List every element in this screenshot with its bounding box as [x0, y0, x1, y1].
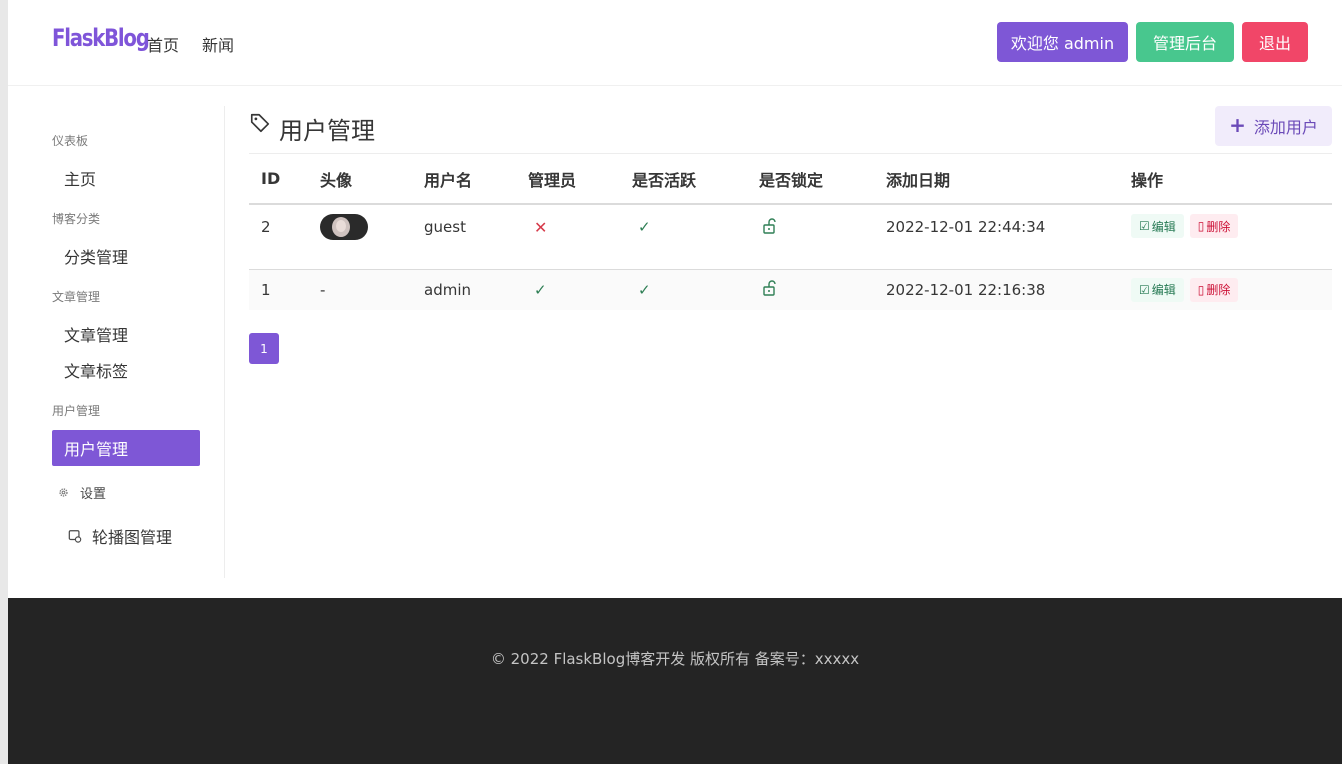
- tag-icon: [250, 113, 270, 133]
- menu-label-categories: 博客分类: [52, 212, 101, 226]
- settings-label: 设置: [80, 487, 107, 502]
- col-username[interactable]: 用户名: [412, 154, 516, 205]
- footer-copyright: © 2022 FlaskBlog博客开发 版权所有 备案号：xxxxx: [490, 650, 860, 668]
- main-content: 用户管理 + 添加用户 ID 头像 用户名 管理员 是否活跃 是否锁定 添加日期…: [249, 106, 1332, 364]
- sidebar-item-carousel[interactable]: 轮播图管理: [68, 524, 172, 548]
- col-actions: 操作: [1119, 154, 1332, 205]
- title-row: 用户管理 + 添加用户: [249, 106, 1332, 154]
- edit-icon: ☑: [1139, 219, 1150, 233]
- cell-avatar: [308, 204, 412, 270]
- check-icon: ✓: [638, 280, 651, 299]
- unlock-icon: [763, 280, 776, 296]
- table-row: 1 - admin ✓ ✓ 2022-12-01 22:16:38 ☑ 编辑 ▯ 删除: [249, 269, 1332, 310]
- nav-home-link[interactable]: 首页: [147, 32, 179, 56]
- check-icon: ✓: [534, 280, 547, 299]
- col-locked[interactable]: 是否锁定: [747, 154, 874, 205]
- brand-logo[interactable]: FlaskBlog: [52, 24, 150, 52]
- menu-label-articles: 文章管理: [52, 290, 101, 304]
- sidebar-item-article-tags[interactable]: 文章标签: [52, 352, 200, 388]
- menu-label-dashboard: 仪表板: [52, 134, 89, 148]
- cell-username: guest: [412, 204, 516, 270]
- delete-button[interactable]: ▯ 删除: [1189, 214, 1239, 238]
- users-table: ID 头像 用户名 管理员 是否活跃 是否锁定 添加日期 操作 2 guest: [249, 154, 1332, 310]
- check-icon: ✓: [638, 218, 651, 236]
- edit-button[interactable]: ☑ 编辑: [1131, 277, 1184, 302]
- cell-admin: ✓: [516, 269, 620, 310]
- sidebar-item-user-manage[interactable]: 用户管理: [52, 430, 200, 466]
- nav-news-link[interactable]: 新闻: [202, 32, 234, 56]
- col-active[interactable]: 是否活跃: [620, 154, 747, 205]
- cell-locked: [747, 269, 874, 310]
- cell-created: 2022-12-01 22:16:38: [874, 269, 1119, 310]
- sidebar-item-article-manage[interactable]: 文章管理: [52, 316, 200, 352]
- unlock-icon: [763, 218, 776, 234]
- cell-active: ✓: [620, 204, 747, 270]
- cell-actions: ☑ 编辑 ▯ 删除: [1119, 269, 1332, 310]
- sidebar-item-home[interactable]: 主页: [52, 160, 200, 196]
- add-user-button[interactable]: + 添加用户: [1215, 106, 1332, 146]
- cell-active: ✓: [620, 269, 747, 310]
- table-row: 2 guest ✕ ✓ 2022-12-01 22:44:34 ☑ 编辑 ▯ 删除: [249, 204, 1332, 270]
- edit-button[interactable]: ☑ 编辑: [1131, 214, 1184, 238]
- carousel-label: 轮播图管理: [92, 528, 173, 547]
- delete-button[interactable]: ▯ 删除: [1189, 277, 1239, 302]
- welcome-user-button[interactable]: 欢迎您 admin: [997, 22, 1128, 62]
- trash-icon: ▯: [1197, 219, 1205, 233]
- image-icon: [68, 530, 82, 543]
- add-user-label: 添加用户: [1253, 118, 1318, 137]
- cell-username: admin: [412, 269, 516, 310]
- sidebar-menu: 仪表板 主页 博客分类 分类管理 文章管理 文章管理 文章标签 用户管理 用户管…: [8, 106, 225, 578]
- col-admin[interactable]: 管理员: [516, 154, 620, 205]
- delete-label: 删除: [1206, 283, 1231, 298]
- trash-icon: ▯: [1197, 282, 1205, 297]
- sidebar-settings-toggle[interactable]: 设置: [58, 483, 106, 502]
- col-avatar[interactable]: 头像: [308, 154, 412, 205]
- edit-icon: ☑: [1139, 282, 1150, 297]
- edit-label: 编辑: [1151, 219, 1176, 234]
- page-title: 用户管理: [279, 117, 375, 145]
- cell-id: 1: [249, 269, 308, 310]
- delete-label: 删除: [1206, 219, 1231, 234]
- cell-locked: [747, 204, 874, 270]
- user-avatar: [320, 214, 368, 240]
- menu-label-users: 用户管理: [52, 404, 101, 418]
- edit-label: 编辑: [1151, 283, 1176, 298]
- table-header-row: ID 头像 用户名 管理员 是否活跃 是否锁定 添加日期 操作: [249, 154, 1332, 205]
- sidebar-item-category-manage[interactable]: 分类管理: [52, 238, 200, 274]
- admin-dashboard-button[interactable]: 管理后台: [1136, 22, 1234, 62]
- logout-button[interactable]: 退出: [1242, 22, 1308, 62]
- cell-actions: ☑ 编辑 ▯ 删除: [1119, 204, 1332, 270]
- plus-icon: +: [1229, 113, 1246, 137]
- footer: © 2022 FlaskBlog博客开发 版权所有 备案号：xxxxx: [8, 598, 1342, 764]
- top-navbar: FlaskBlog 首页 新闻 欢迎您 admin 管理后台 退出: [8, 0, 1342, 86]
- col-created[interactable]: 添加日期: [874, 154, 1119, 205]
- col-id[interactable]: ID: [249, 154, 308, 205]
- cell-avatar: -: [308, 269, 412, 310]
- cell-created: 2022-12-01 22:44:34: [874, 204, 1119, 270]
- cross-icon: ✕: [534, 218, 548, 237]
- cell-id: 2: [249, 204, 308, 270]
- cell-admin: ✕: [516, 204, 620, 270]
- pagination-page-1[interactable]: 1: [249, 333, 279, 364]
- gear-icon: [59, 488, 68, 497]
- page: FlaskBlog 首页 新闻 欢迎您 admin 管理后台 退出 仪表板 主页…: [8, 0, 1342, 764]
